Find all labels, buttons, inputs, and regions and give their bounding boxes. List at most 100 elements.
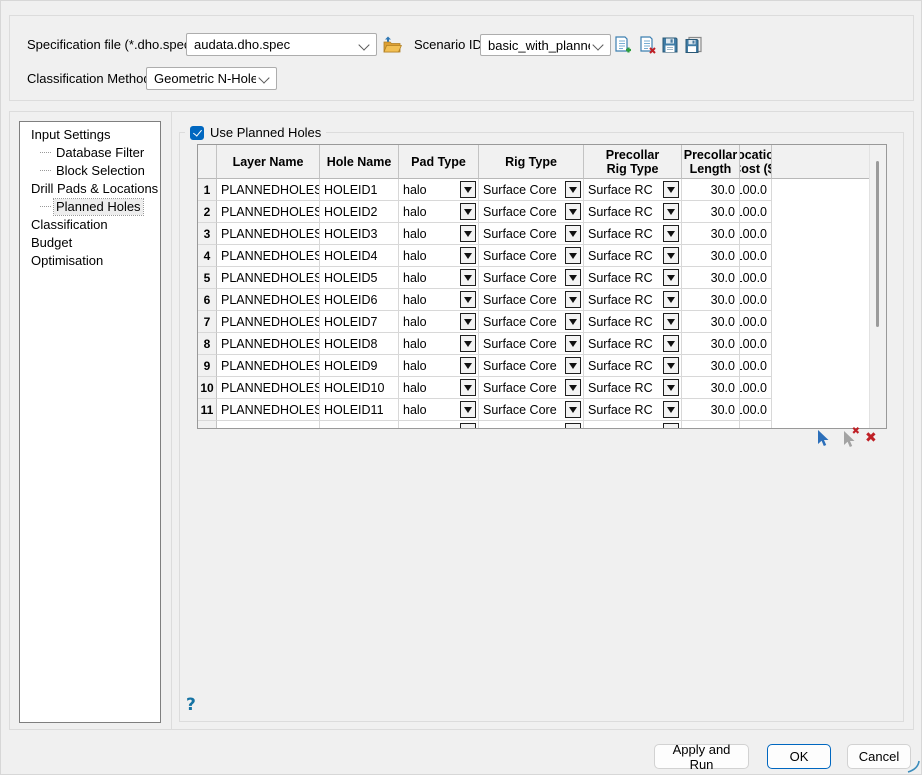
cell-dropdown-button[interactable] (460, 423, 476, 429)
hole-name-cell[interactable]: HOLEID5 (320, 267, 399, 289)
classification-method-combobox[interactable]: Geometric N-Hole (146, 67, 277, 90)
precollar-rig-type-cell[interactable]: Surface RC (584, 377, 682, 399)
tree-item-input-settings[interactable]: Input Settings (20, 126, 160, 144)
cell-dropdown-button[interactable] (565, 379, 581, 396)
row-number-cell[interactable]: 5 (198, 267, 217, 289)
pad-type-cell[interactable]: halo (399, 333, 479, 355)
layer-name-cell[interactable]: PLANNEDHOLES (217, 311, 320, 333)
cell-dropdown-button[interactable] (663, 225, 679, 242)
layer-name-cell[interactable]: PLANNEDHOLES (217, 289, 320, 311)
ok-button[interactable]: OK (767, 744, 831, 769)
layer-name-cell[interactable]: PLANNEDHOLES (217, 267, 320, 289)
cell-dropdown-button[interactable] (460, 225, 476, 242)
apply-and-run-button[interactable]: Apply and Run (654, 744, 749, 769)
hole-name-cell[interactable]: HOLEID8 (320, 333, 399, 355)
hole-name-cell[interactable]: HOLEID6 (320, 289, 399, 311)
tree-item-optimisation[interactable]: Optimisation (20, 252, 160, 270)
layer-name-cell[interactable]: PLANNEDHOLES (217, 179, 320, 201)
location-cost-cell[interactable]: 100.0 (740, 355, 772, 377)
precollar-length-cell[interactable]: 30.0 (682, 223, 740, 245)
rig-type-cell[interactable]: Surface Core (479, 289, 584, 311)
location-cost-cell[interactable]: 100.0 (740, 201, 772, 223)
vertical-scrollbar[interactable] (869, 145, 886, 428)
precollar-rig-type-cell[interactable]: Surface RC (584, 355, 682, 377)
location-cost-cell[interactable] (740, 421, 772, 429)
precollar-length-cell[interactable]: 30.0 (682, 201, 740, 223)
hole-name-cell[interactable]: HOLEID9 (320, 355, 399, 377)
location-cost-cell[interactable]: 100.0 (740, 289, 772, 311)
tree-item-planned-holes[interactable]: Planned Holes (20, 198, 160, 216)
precollar-rig-type-cell[interactable]: Surface RC (584, 245, 682, 267)
precollar-length-cell[interactable]: 30.0 (682, 311, 740, 333)
cell-dropdown-button[interactable] (565, 181, 581, 198)
cell-dropdown-button[interactable] (565, 423, 581, 429)
cell-dropdown-button[interactable] (460, 313, 476, 330)
pad-type-cell[interactable]: halo (399, 289, 479, 311)
row-number-cell[interactable]: 3 (198, 223, 217, 245)
precollar-rig-type-cell[interactable]: Surface RC (584, 201, 682, 223)
rig-type-cell[interactable]: Surface Core (479, 399, 584, 421)
location-cost-cell[interactable]: 100.0 (740, 311, 772, 333)
rig-type-cell[interactable]: Surface Core (479, 355, 584, 377)
resize-grip[interactable] (907, 760, 920, 773)
precollar-rig-type-cell[interactable]: Surface RC (584, 289, 682, 311)
save-scenario-button[interactable] (660, 35, 680, 55)
rig-type-cell[interactable]: Surface Core (479, 179, 584, 201)
add-scenario-button[interactable] (612, 35, 632, 55)
use-planned-holes-toggle[interactable]: Use Planned Holes (185, 124, 326, 141)
pad-type-cell[interactable]: halo (399, 223, 479, 245)
rig-type-cell[interactable]: Surface Core (479, 201, 584, 223)
precollar-rig-type-cell[interactable]: Surface RC (584, 333, 682, 355)
precollar-rig-type-cell[interactable]: Surface RC (584, 267, 682, 289)
precollar-length-cell[interactable]: 30.0 (682, 377, 740, 399)
cell-dropdown-button[interactable] (663, 247, 679, 264)
pad-type-cell[interactable] (399, 421, 479, 429)
location-cost-cell[interactable]: 100.0 (740, 245, 772, 267)
row-number-cell[interactable]: 1 (198, 179, 217, 201)
checkbox-checked-icon[interactable] (190, 126, 204, 140)
cell-dropdown-button[interactable] (565, 203, 581, 220)
cell-dropdown-button[interactable] (565, 269, 581, 286)
cell-dropdown-button[interactable] (565, 313, 581, 330)
hole-name-cell[interactable]: HOLEID11 (320, 399, 399, 421)
hole-name-cell[interactable]: HOLEID1 (320, 179, 399, 201)
layer-name-cell[interactable]: PLANNEDHOLES (217, 223, 320, 245)
cell-dropdown-button[interactable] (460, 203, 476, 220)
location-cost-cell[interactable]: 100.0 (740, 223, 772, 245)
row-number-cell[interactable]: 9 (198, 355, 217, 377)
cell-dropdown-button[interactable] (663, 313, 679, 330)
cell-dropdown-button[interactable] (460, 401, 476, 418)
hole-name-cell[interactable]: HOLEID3 (320, 223, 399, 245)
hole-name-cell[interactable]: HOLEID7 (320, 311, 399, 333)
layer-name-cell[interactable]: PLANNEDHOLES (217, 333, 320, 355)
cell-dropdown-button[interactable] (663, 357, 679, 374)
cell-dropdown-button[interactable] (663, 291, 679, 308)
rig-type-cell[interactable]: Surface Core (479, 223, 584, 245)
precollar-rig-type-cell[interactable]: Surface RC (584, 179, 682, 201)
location-cost-cell[interactable]: 100.0 (740, 377, 772, 399)
rig-type-cell[interactable]: Surface Core (479, 267, 584, 289)
cell-dropdown-button[interactable] (460, 247, 476, 264)
hole-name-cell[interactable] (320, 421, 399, 429)
cell-dropdown-button[interactable] (565, 401, 581, 418)
cell-dropdown-button[interactable] (663, 423, 679, 429)
open-folder-button[interactable] (382, 34, 402, 54)
precollar-length-cell[interactable]: 30.0 (682, 179, 740, 201)
precollar-length-cell[interactable]: 30.0 (682, 355, 740, 377)
layer-name-cell[interactable]: PLANNEDHOLES (217, 399, 320, 421)
delete-rows-button[interactable]: ✖ (865, 430, 877, 446)
layer-name-cell[interactable] (217, 421, 320, 429)
precollar-length-cell[interactable]: 30.0 (682, 289, 740, 311)
precollar-length-cell[interactable]: 30.0 (682, 333, 740, 355)
cell-dropdown-button[interactable] (663, 203, 679, 220)
row-number-cell[interactable]: 6 (198, 289, 217, 311)
pad-type-cell[interactable]: halo (399, 355, 479, 377)
location-cost-cell[interactable]: 100.0 (740, 179, 772, 201)
pad-type-cell[interactable]: halo (399, 267, 479, 289)
rig-type-cell[interactable]: Surface Core (479, 311, 584, 333)
precollar-length-cell[interactable] (682, 421, 740, 429)
scenario-id-combobox[interactable]: basic_with_plannedholes (480, 34, 611, 56)
precollar-length-cell[interactable]: 30.0 (682, 245, 740, 267)
cell-dropdown-button[interactable] (663, 401, 679, 418)
select-rows-button[interactable] (814, 429, 832, 448)
